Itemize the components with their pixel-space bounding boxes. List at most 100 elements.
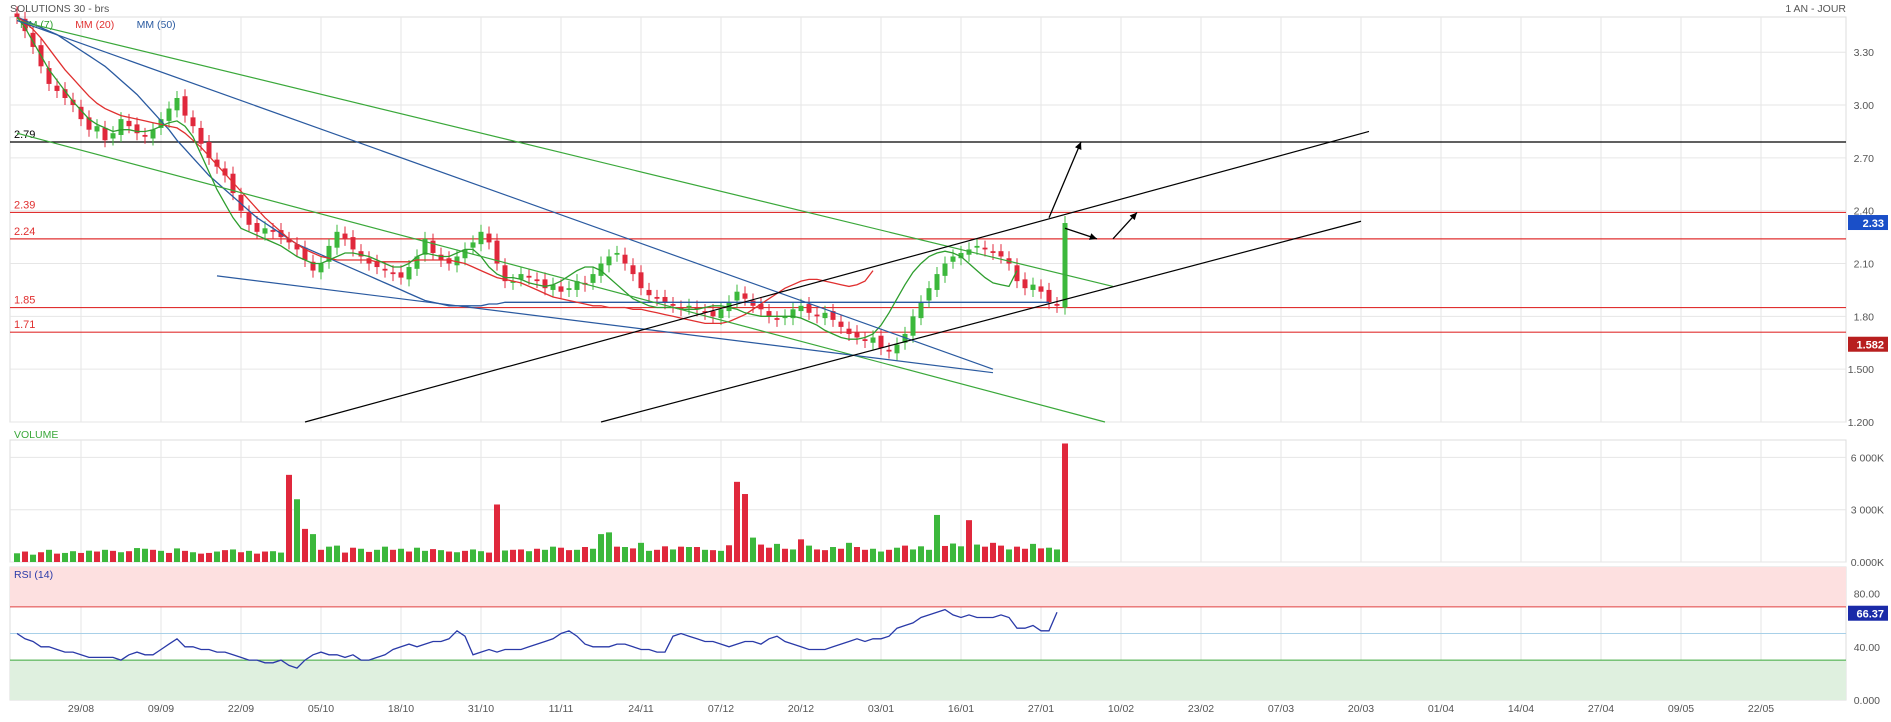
legend-item: MM (50) — [137, 19, 176, 31]
volume-bar — [158, 550, 164, 562]
candle — [350, 237, 356, 250]
volume-bar — [558, 547, 564, 562]
volume-bar — [190, 552, 196, 562]
candle — [894, 344, 900, 354]
volume-bar — [38, 552, 44, 562]
volume-bar — [1006, 549, 1012, 562]
volume-bar — [758, 544, 764, 562]
arrow-line[interactable] — [1048, 141, 1082, 218]
candle — [1046, 289, 1052, 303]
candle — [374, 261, 380, 268]
x-tick-label: 14/04 — [1508, 703, 1534, 715]
candle — [166, 108, 172, 121]
trendline[interactable] — [600, 220, 1362, 423]
rsi-pane — [10, 567, 1846, 700]
volume-bar — [526, 551, 532, 562]
volume-bar — [942, 545, 948, 562]
volume-bar — [702, 549, 708, 562]
candle — [998, 251, 1004, 257]
candle — [742, 293, 748, 299]
candle — [254, 223, 260, 232]
volume-bar — [790, 549, 796, 562]
volume-bar — [982, 546, 988, 562]
volume-title: VOLUME — [14, 429, 58, 441]
volume-bar — [806, 545, 812, 562]
candle — [190, 117, 196, 127]
volume-bar — [302, 528, 308, 562]
volume-bar — [606, 532, 612, 562]
trendline[interactable] — [304, 130, 1370, 423]
candle — [886, 349, 892, 352]
x-tick-label: 18/10 — [388, 703, 414, 715]
volume-bar — [222, 550, 228, 562]
candle — [478, 231, 484, 245]
volume-bar — [310, 534, 316, 562]
volume-bar — [1038, 548, 1044, 562]
candle — [406, 267, 412, 280]
candle — [126, 120, 132, 127]
volume-bar — [54, 553, 60, 562]
volume-bar — [462, 550, 468, 562]
volume-bar — [142, 548, 148, 562]
volume-bar — [406, 551, 412, 562]
candle — [878, 335, 884, 349]
volume-bar — [102, 549, 108, 562]
arrow-head — [1089, 233, 1097, 240]
level-label: 1.85 — [14, 295, 35, 307]
volume-bar — [70, 551, 76, 562]
volume-bar — [798, 539, 804, 562]
volume-bar — [838, 548, 844, 562]
volume-bar — [14, 553, 20, 562]
candle — [822, 312, 828, 319]
volume-bar — [534, 548, 540, 562]
volume-bar — [1014, 546, 1020, 562]
volume-bar — [854, 547, 860, 562]
period-label[interactable]: 1 AN - JOUR — [1785, 3, 1846, 15]
candle — [486, 233, 492, 243]
volume-bar — [382, 546, 388, 562]
volume-bar — [974, 544, 980, 562]
candle — [390, 272, 396, 275]
volume-bar — [750, 537, 756, 562]
candle — [686, 305, 692, 308]
x-tick-label: 22/05 — [1748, 703, 1774, 715]
volume-bar — [822, 550, 828, 562]
volume-bar — [126, 551, 132, 562]
chart-canvas[interactable]: SOLUTIONS 30 - brs 1 AN - JOUR MM (7)MM … — [0, 0, 1891, 717]
marker-badge: 1.582 — [1856, 340, 1884, 352]
trendline[interactable] — [16, 19, 994, 370]
volume-bar — [510, 549, 516, 562]
volume-bar — [390, 549, 396, 562]
volume-bar — [710, 550, 716, 562]
candle — [710, 311, 716, 317]
candle — [982, 247, 988, 250]
candle — [718, 309, 724, 319]
y-tick-label: 0.000K — [1851, 557, 1884, 569]
x-tick-label: 16/01 — [948, 703, 974, 715]
volume-bar — [814, 549, 820, 562]
volume-bar — [694, 547, 700, 562]
volume-bar — [846, 542, 852, 562]
candle — [198, 127, 204, 144]
candle — [246, 212, 252, 225]
x-tick-label: 01/04 — [1428, 703, 1454, 715]
volume-bar — [918, 546, 924, 562]
volume-bar — [878, 551, 884, 562]
x-tick-label: 07/03 — [1268, 703, 1294, 715]
candle — [870, 337, 876, 343]
x-tick-label: 11/11 — [549, 703, 574, 715]
volume-bar — [774, 543, 780, 562]
volume-bar — [286, 474, 292, 562]
candle — [630, 265, 636, 275]
volume-bar — [958, 546, 964, 562]
candle — [270, 230, 276, 232]
volume-bar — [582, 547, 588, 562]
candle — [142, 134, 148, 137]
ma50-line — [16, 16, 1049, 307]
candle — [94, 126, 100, 132]
volume-bar — [598, 534, 604, 562]
x-tick-label: 31/10 — [468, 703, 494, 715]
trendline[interactable] — [216, 275, 994, 374]
candle — [1022, 279, 1028, 289]
candle — [918, 302, 924, 319]
